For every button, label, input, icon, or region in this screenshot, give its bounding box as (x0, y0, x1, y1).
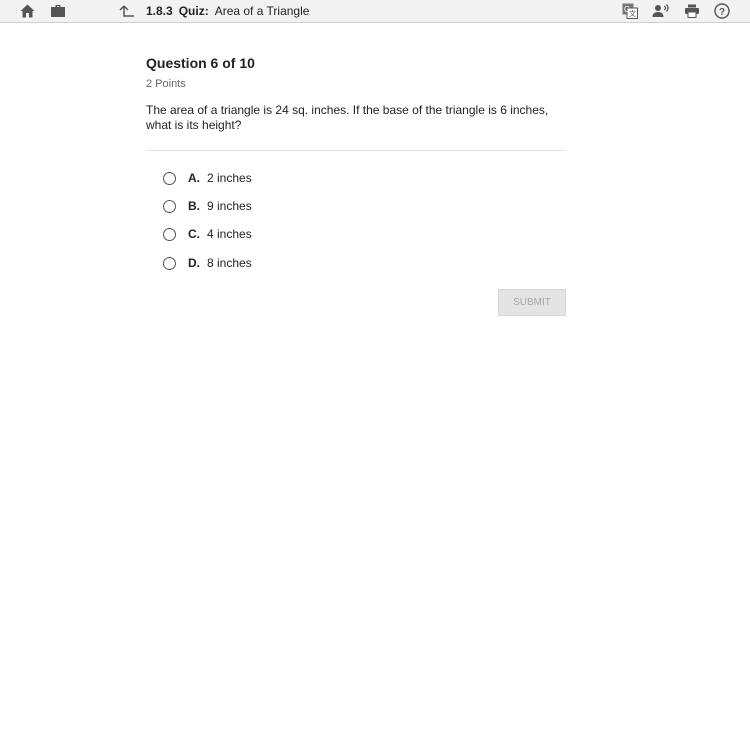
help-icon[interactable]: ? (713, 0, 731, 22)
choice-c[interactable]: C. 4 inches (163, 225, 252, 243)
divider (146, 150, 566, 151)
choice-a[interactable]: A. 2 inches (163, 169, 252, 187)
quiz-number: 1.8.3 (146, 4, 173, 18)
choice-text: 4 inches (207, 227, 252, 241)
choice-text: 2 inches (207, 171, 252, 185)
choice-text: 8 inches (207, 256, 252, 270)
radio-button[interactable] (163, 199, 176, 213)
briefcase-icon[interactable] (49, 0, 67, 22)
home-icon[interactable] (18, 0, 36, 22)
choice-letter: A. (188, 171, 200, 185)
choice-letter: B. (188, 199, 200, 213)
radio-button[interactable] (163, 171, 176, 185)
radio-button[interactable] (163, 227, 176, 241)
translate-icon[interactable]: G文 (621, 0, 639, 22)
question-title: Question 6 of 10 (146, 55, 255, 71)
back-arrow-icon[interactable] (118, 0, 136, 22)
quiz-kind: Quiz: (178, 4, 209, 18)
choice-b[interactable]: B. 9 inches (163, 197, 252, 215)
choice-letter: D. (188, 256, 200, 270)
radio-button[interactable] (163, 256, 176, 270)
question-points: 2 Points (146, 78, 186, 90)
choice-letter: C. (188, 227, 200, 241)
svg-text:文: 文 (629, 9, 636, 18)
breadcrumb: 1.8.3 Quiz: Area of a Triangle (146, 0, 309, 22)
choice-d[interactable]: D. 8 inches (163, 254, 252, 272)
text-to-speech-icon[interactable] (651, 0, 671, 22)
svg-text:?: ? (719, 7, 725, 18)
top-bar: 1.8.3 Quiz: Area of a Triangle G文 ? (0, 0, 750, 23)
submit-button[interactable]: SUBMIT (498, 289, 566, 316)
choice-text: 9 inches (207, 199, 252, 213)
question-text: The area of a triangle is 24 sq. inches.… (146, 103, 549, 132)
quiz-name: Area of a Triangle (214, 4, 310, 18)
print-icon[interactable] (683, 0, 701, 22)
